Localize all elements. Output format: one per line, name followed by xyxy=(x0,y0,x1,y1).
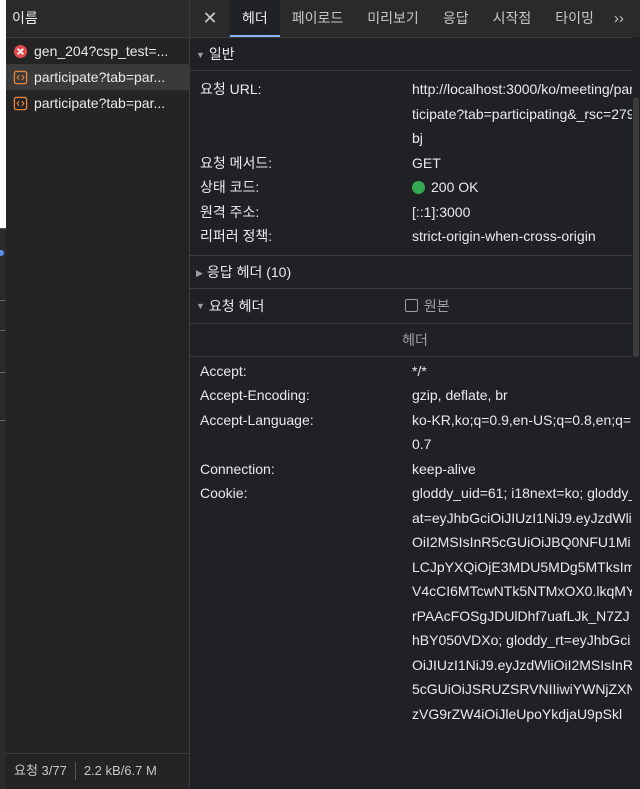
expand-triangle-icon: ▼ xyxy=(196,50,205,61)
error-icon xyxy=(12,43,28,59)
checkbox[interactable] xyxy=(404,299,418,312)
request-count: 요청 3/77 xyxy=(14,763,67,778)
request-name: participate?tab=par... xyxy=(34,69,166,85)
general-row: 리퍼러 정책: strict-origin-when-cross-origin xyxy=(190,224,640,249)
request-row[interactable]: gen_204?csp_test=... xyxy=(6,38,189,64)
general-row: 요청 URL: http://localhost:3000/ko/meeting… xyxy=(190,77,640,151)
section-title: 요청 헤더 xyxy=(208,297,265,314)
general-section: 요청 URL: http://localhost:3000/ko/meeting… xyxy=(190,71,640,255)
request-row[interactable]: participate?tab=par... xyxy=(6,90,189,116)
remote-address-value: [::1]:3000 xyxy=(412,203,471,220)
header-column-label: 헤더 xyxy=(190,324,640,357)
request-headers-section: Accept: */* Accept-Encoding: gzip, defla… xyxy=(190,357,640,727)
header-key: Accept-Encoding: xyxy=(200,387,310,403)
field-key: 원격 주소: xyxy=(200,203,260,220)
tab-initiator[interactable]: 시작점 xyxy=(481,0,544,37)
request-row-selected[interactable]: participate?tab=par... xyxy=(6,64,189,90)
request-url-value[interactable]: http://localhost:3000/ko/meeting/partici… xyxy=(412,77,637,151)
tab-timing[interactable]: 타이밍 xyxy=(543,0,606,37)
transfer-size: 2.2 kB/6.7 M xyxy=(83,763,157,778)
request-detail-panel: ✕ 헤더 페이로드 미리보기 응답 시작점 타이밍 ›› ▼ 일반 요청 URL:… xyxy=(190,0,640,788)
header-key: Accept: xyxy=(200,362,247,379)
section-title: 일반 xyxy=(208,46,235,62)
expand-triangle-icon: ▼ xyxy=(196,300,205,311)
more-tabs-icon[interactable]: ›› xyxy=(606,10,632,27)
header-value: */* xyxy=(412,362,427,379)
request-name: participate?tab=par... xyxy=(34,95,166,111)
header-key: Cookie: xyxy=(200,485,248,501)
referrer-policy-value: strict-origin-when-cross-origin xyxy=(412,228,596,244)
header-value: keep-alive xyxy=(412,460,476,477)
header-key: Accept-Language: xyxy=(200,411,314,428)
request-method-value: GET xyxy=(412,154,441,171)
header-key: Connection: xyxy=(200,460,275,477)
detail-tab-bar: ✕ 헤더 페이로드 미리보기 응답 시작점 타이밍 ›› xyxy=(190,0,640,38)
tab-response[interactable]: 응답 xyxy=(431,0,481,37)
header-value: gzip, deflate, br xyxy=(412,387,508,403)
response-headers-section-header[interactable]: ▶ 응답 헤더 (10) xyxy=(190,254,640,289)
field-key: 요청 메서드: xyxy=(200,154,273,171)
header-row: Cookie: gloddy_uid=61; i18next=ko; glodd… xyxy=(190,481,640,726)
header-row: Accept-Encoding: gzip, deflate, br xyxy=(190,383,640,408)
tab-headers[interactable]: 헤더 xyxy=(230,0,280,37)
detail-scrollbar[interactable] xyxy=(632,37,640,788)
request-name: gen_204?csp_test=... xyxy=(34,43,169,59)
header-row: Connection: keep-alive xyxy=(190,457,640,482)
request-headers-section-header[interactable]: ▼ 요청 헤더 원본 xyxy=(190,289,640,324)
raw-label: 원본 xyxy=(423,297,450,314)
general-row: 요청 메서드: GET xyxy=(190,151,640,176)
raw-toggle[interactable]: 원본 xyxy=(404,296,450,316)
document-icon xyxy=(12,95,28,111)
close-icon[interactable]: ✕ xyxy=(190,8,230,29)
scrollbar-thumb[interactable] xyxy=(633,97,639,357)
general-row: 원격 주소: [::1]:3000 xyxy=(190,200,640,225)
name-column-header[interactable]: 이름 xyxy=(6,0,189,38)
tab-preview[interactable]: 미리보기 xyxy=(355,0,431,37)
status-ok-icon xyxy=(412,181,425,194)
field-key: 상태 코드: xyxy=(200,179,260,195)
document-icon xyxy=(12,69,28,85)
header-value: ko-KR,ko;q=0.9,en-US;q=0.8,en;q=0.7 xyxy=(412,411,632,453)
collapse-triangle-icon: ▶ xyxy=(196,267,203,278)
tab-payload[interactable]: 페이로드 xyxy=(280,0,356,37)
status-code-value: 200 OK xyxy=(431,179,479,195)
field-key: 리퍼러 정책: xyxy=(200,228,273,244)
list-status-bar: 요청 3/77 2.2 kB/6.7 M xyxy=(6,753,189,788)
request-list-panel: 이름 gen_204?csp_test=... participate?tab=… xyxy=(6,0,190,788)
header-row: Accept-Language: ko-KR,ko;q=0.9,en-US;q=… xyxy=(190,408,640,457)
field-key: 요청 URL: xyxy=(200,81,262,97)
cookie-value: gloddy_uid=61; i18next=ko; gloddy_at=eyJ… xyxy=(412,485,637,722)
section-title: 응답 헤더 (10) xyxy=(206,263,292,280)
general-section-header[interactable]: ▼ 일반 xyxy=(190,38,640,71)
general-row: 상태 코드: 200 OK xyxy=(190,175,640,200)
header-row: Accept: */* xyxy=(190,359,640,384)
